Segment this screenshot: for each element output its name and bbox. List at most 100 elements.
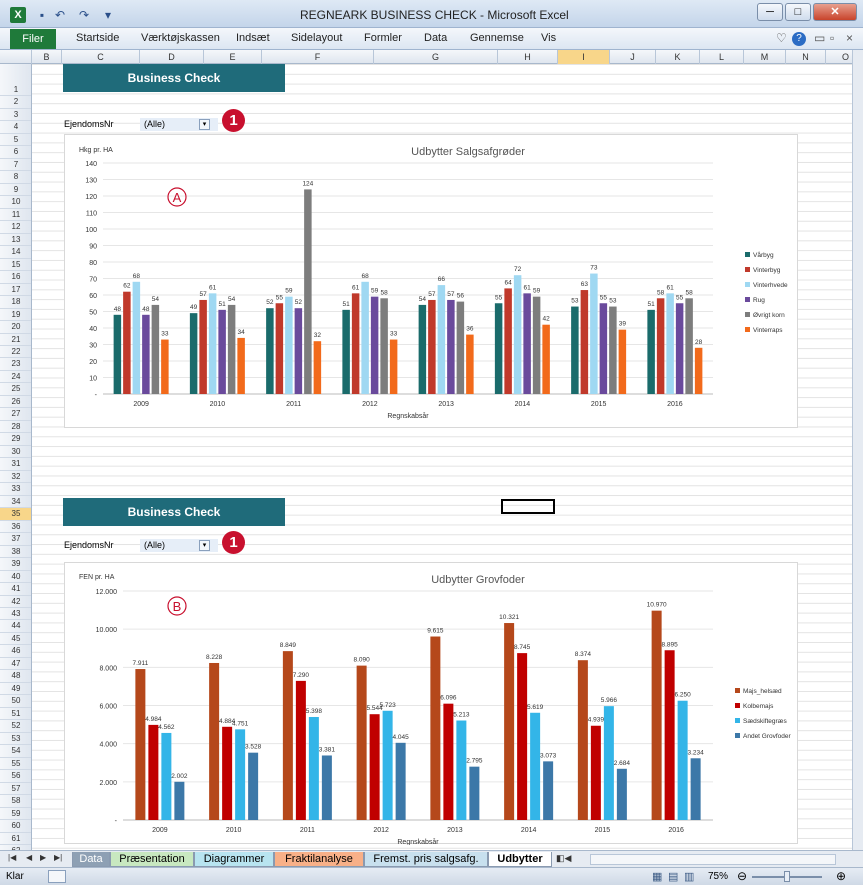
column-header-K[interactable]: K xyxy=(656,50,700,64)
row-header-22[interactable]: 22 xyxy=(0,346,31,359)
first-sheet-icon[interactable]: |◀ xyxy=(8,853,16,862)
column-header-E[interactable]: E xyxy=(204,50,262,64)
sheet-tab-praesentation[interactable]: Præsentation xyxy=(110,852,194,867)
filter-dropdown-icon-1[interactable]: ▾ xyxy=(199,119,210,130)
tab-startside[interactable]: Startside xyxy=(76,32,119,44)
active-cell-cursor[interactable] xyxy=(501,499,555,514)
row-header-56[interactable]: 56 xyxy=(0,770,31,783)
zoom-in-icon[interactable]: ⊕ xyxy=(836,869,846,883)
row-header-29[interactable]: 29 xyxy=(0,433,31,446)
filter-dropdown-icon-2[interactable]: ▾ xyxy=(199,540,210,551)
row-header-8[interactable]: 8 xyxy=(0,171,31,184)
row-header-46[interactable]: 46 xyxy=(0,645,31,658)
row-header-49[interactable]: 49 xyxy=(0,683,31,696)
tab-vaerktojskassen[interactable]: Værktøjskassen xyxy=(141,32,220,44)
row-header-18[interactable]: 18 xyxy=(0,296,31,309)
workbook-close-icon[interactable]: × xyxy=(846,31,853,45)
column-header-L[interactable]: L xyxy=(700,50,744,64)
row-header-30[interactable]: 30 xyxy=(0,446,31,459)
tab-gennemse[interactable]: Gennemse xyxy=(470,32,524,44)
row-header-37[interactable]: 37 xyxy=(0,533,31,546)
sheet-tab-data[interactable]: Data xyxy=(72,852,110,867)
prev-sheet-icon[interactable]: ◀ xyxy=(26,853,32,862)
row-header-39[interactable]: 39 xyxy=(0,558,31,571)
column-header-I[interactable]: I xyxy=(558,50,610,64)
row-header-58[interactable]: 58 xyxy=(0,795,31,808)
tab-vis[interactable]: Vis xyxy=(541,32,556,44)
row-header-3[interactable]: 3 xyxy=(0,109,31,122)
column-header-N[interactable]: N xyxy=(786,50,826,64)
row-header-23[interactable]: 23 xyxy=(0,358,31,371)
column-header-B[interactable]: B xyxy=(32,50,62,64)
row-header-57[interactable]: 57 xyxy=(0,783,31,796)
row-header-27[interactable]: 27 xyxy=(0,408,31,421)
row-header-2[interactable]: 2 xyxy=(0,96,31,109)
workbook-restore-icon[interactable]: ▫ xyxy=(830,31,834,45)
zoom-out-icon[interactable]: ⊖ xyxy=(737,869,747,883)
row-header-42[interactable]: 42 xyxy=(0,596,31,608)
row-header-4[interactable]: 4 xyxy=(0,121,31,134)
row-header-36[interactable]: 36 xyxy=(0,521,31,534)
minimize-button[interactable]: ─ xyxy=(757,3,783,21)
maximize-button[interactable]: □ xyxy=(785,3,811,21)
row-header-13[interactable]: 13 xyxy=(0,234,31,247)
file-tab[interactable]: Filer xyxy=(10,29,56,49)
row-header-35[interactable]: 35 xyxy=(0,508,31,521)
row-header-14[interactable]: 14 xyxy=(0,246,31,259)
row-header-10[interactable]: 10 xyxy=(0,196,31,209)
excel-app-icon[interactable]: X xyxy=(10,7,26,23)
customize-quick-access-icon[interactable]: ▾ xyxy=(100,7,116,23)
row-header-54[interactable]: 54 xyxy=(0,745,31,758)
row-header-7[interactable]: 7 xyxy=(0,159,31,172)
page-layout-view-icon[interactable]: ▤ xyxy=(668,870,678,883)
row-header-15[interactable]: 15 xyxy=(0,259,31,272)
row-header-33[interactable]: 33 xyxy=(0,483,31,496)
row-header-34[interactable]: 34 xyxy=(0,496,31,509)
row-header-9[interactable]: 9 xyxy=(0,184,31,197)
column-header-M[interactable]: M xyxy=(744,50,786,64)
row-header-17[interactable]: 17 xyxy=(0,284,31,297)
sheet-insert-icon[interactable]: ◧◀ xyxy=(556,853,571,864)
row-header-20[interactable]: 20 xyxy=(0,321,31,334)
help-icon[interactable]: ? xyxy=(792,32,806,46)
chart-grovfoder[interactable]: Udbytter Grovfoder FEN pr. HA - 2.000 4.000 6… xyxy=(64,562,798,845)
row-header-19[interactable]: 19 xyxy=(0,309,31,322)
row-header-44[interactable]: 44 xyxy=(0,620,31,633)
page-break-view-icon[interactable]: ▥ xyxy=(684,870,694,883)
tab-formler[interactable]: Formler xyxy=(364,32,402,44)
row-header-31[interactable]: 31 xyxy=(0,458,31,471)
undo-icon[interactable]: ↶ xyxy=(52,7,68,23)
macro-record-icon[interactable] xyxy=(48,870,66,883)
last-sheet-icon[interactable]: ▶| xyxy=(54,853,62,862)
row-header-55[interactable]: 55 xyxy=(0,758,31,771)
sheet-tab-fraktilanalyse[interactable]: Fraktilanalyse xyxy=(274,852,364,867)
column-header-C[interactable]: C xyxy=(62,50,140,64)
tab-sidelayout[interactable]: Sidelayout xyxy=(291,32,342,44)
sheet-tab-fremst-pris[interactable]: Fremst. pris salgsafg. xyxy=(364,852,488,867)
row-header-61[interactable]: 61 xyxy=(0,833,31,846)
row-header-43[interactable]: 43 xyxy=(0,608,31,621)
sheet-tab-udbytter[interactable]: Udbytter xyxy=(488,852,552,867)
workbook-minimize-icon[interactable]: ▭ xyxy=(814,31,825,45)
row-header-11[interactable]: 11 xyxy=(0,209,31,222)
row-header-48[interactable]: 48 xyxy=(0,670,31,683)
row-header-59[interactable]: 59 xyxy=(0,808,31,821)
row-header-6[interactable]: 6 xyxy=(0,146,31,159)
redo-icon[interactable]: ↷ xyxy=(76,7,92,23)
zoom-slider-thumb[interactable] xyxy=(784,871,790,882)
row-header-41[interactable]: 41 xyxy=(0,583,31,596)
row-header-24[interactable]: 24 xyxy=(0,371,31,384)
vertical-scrollbar[interactable] xyxy=(852,50,863,850)
chart-salgsafgroder[interactable]: Udbytter Salgsafgrøder Hkg pr. HA - 10 20 30 4… xyxy=(64,134,798,428)
row-header-60[interactable]: 60 xyxy=(0,820,31,833)
column-header-H[interactable]: H xyxy=(498,50,558,64)
row-header-12[interactable]: 12 xyxy=(0,221,31,234)
normal-view-icon[interactable]: ▦ xyxy=(652,870,662,883)
column-header-G[interactable]: G xyxy=(374,50,498,64)
column-header-D[interactable]: D xyxy=(140,50,204,64)
row-header-5[interactable]: 5 xyxy=(0,134,31,147)
row-header-1[interactable]: 1 xyxy=(0,84,31,97)
select-all-corner[interactable] xyxy=(0,50,32,64)
horizontal-scrollbar[interactable] xyxy=(590,854,836,865)
row-header-26[interactable]: 26 xyxy=(0,396,31,409)
